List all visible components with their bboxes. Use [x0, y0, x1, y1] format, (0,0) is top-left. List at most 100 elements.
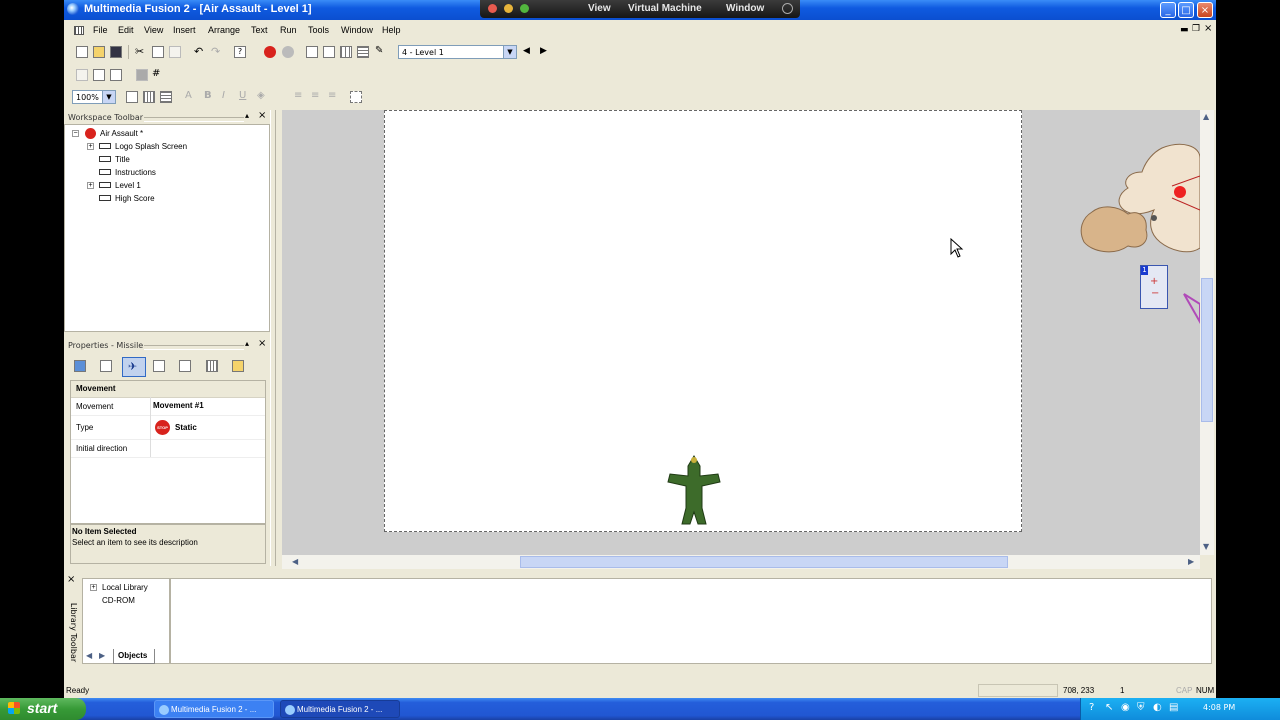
text-color-icon[interactable]: ◈ — [257, 90, 265, 101]
block-icon[interactable] — [136, 69, 148, 81]
vertical-scrollbar[interactable]: ▲ ▼ — [1200, 110, 1214, 555]
expand-icon[interactable]: + — [87, 182, 94, 189]
movement-tab[interactable]: ✈ — [122, 357, 146, 377]
vm-options-icon[interactable] — [782, 3, 793, 14]
collapse-icon[interactable]: − — [72, 130, 79, 137]
mdi-close-icon[interactable]: × — [1204, 23, 1212, 34]
pin-icon[interactable]: ▴ — [245, 339, 249, 348]
scroll-down-icon[interactable]: ▼ — [1203, 542, 1209, 551]
close-button[interactable]: × — [1197, 2, 1213, 18]
close-icon[interactable]: × — [258, 338, 266, 349]
display-tab-icon[interactable] — [100, 360, 112, 372]
run-application-icon[interactable] — [264, 46, 276, 58]
values-tab-icon[interactable] — [179, 360, 191, 372]
frame-editor[interactable]: 1 + − ▲ ▼ ◀ ▶ — [282, 110, 1214, 569]
property-row[interactable]: Movement Movement #1 — [71, 397, 265, 416]
undo-icon[interactable]: ↶ — [194, 45, 203, 58]
list-icon[interactable] — [93, 69, 105, 81]
grid-setup-icon[interactable] — [160, 91, 172, 103]
expand-icon[interactable]: + — [87, 143, 94, 150]
missile-sprite[interactable] — [1182, 290, 1200, 324]
gripper[interactable] — [144, 345, 244, 350]
open-icon[interactable] — [93, 46, 105, 58]
taskbar-item-active[interactable]: Multimedia Fusion 2 - ... — [280, 700, 400, 718]
objects-tab[interactable]: Objects — [113, 649, 155, 664]
vm-menu-view[interactable]: View — [588, 3, 611, 14]
keyboard-tray-icon[interactable]: ▤ — [1169, 702, 1178, 713]
library-contents[interactable] — [170, 578, 1212, 664]
tab-scroll-right-icon[interactable]: ▶ — [99, 651, 105, 660]
next-frame-icon[interactable]: ▶ — [540, 46, 547, 56]
menu-arrange[interactable]: Arrange — [208, 25, 240, 35]
panel-splitter[interactable] — [270, 110, 276, 566]
security-tray-icon[interactable]: ⛨ — [1137, 702, 1145, 713]
counter-object[interactable]: 1 + − — [1140, 265, 1168, 309]
tree-item-frame[interactable]: High Score — [115, 194, 155, 203]
frame-editor-icon[interactable] — [323, 46, 335, 58]
event-list-editor-icon[interactable] — [357, 46, 369, 58]
storyboard-editor-icon[interactable] — [306, 46, 318, 58]
menu-window[interactable]: Window — [341, 25, 373, 35]
property-row[interactable]: Initial direction — [71, 439, 265, 458]
maximize-button[interactable]: □ — [1178, 2, 1194, 18]
vertical-scroll-thumb[interactable] — [1201, 278, 1213, 422]
expand-icon[interactable]: + — [90, 584, 97, 591]
property-value[interactable]: Static — [175, 423, 197, 432]
scroll-right-icon[interactable]: ▶ — [1188, 557, 1194, 566]
runtime-options-tab-icon[interactable] — [153, 360, 165, 372]
volume-tray-icon[interactable]: ◐ — [1153, 702, 1162, 713]
menu-file[interactable]: File — [93, 25, 108, 35]
italic-icon[interactable]: I — [222, 90, 225, 101]
first-icon[interactable] — [76, 69, 88, 81]
tree-item-frame[interactable]: Instructions — [115, 168, 156, 177]
frame-select[interactable]: 4 - Level 1 ▼ — [398, 45, 517, 59]
tab-scroll-left-icon[interactable]: ◀ — [86, 651, 92, 660]
new-icon[interactable] — [76, 46, 88, 58]
scroll-left-icon[interactable]: ◀ — [292, 557, 298, 566]
stop-icon[interactable] — [282, 46, 294, 58]
horizontal-scrollbar[interactable]: ◀ ▶ — [282, 555, 1200, 569]
menu-insert[interactable]: Insert — [173, 25, 196, 35]
cut-icon[interactable]: ✂ — [135, 45, 144, 58]
mdi-minimize-icon[interactable]: ▬ — [1180, 25, 1189, 35]
property-row[interactable]: Type STOP Static — [71, 415, 265, 440]
mdi-restore-icon[interactable]: ❐ — [1192, 24, 1200, 34]
library-item[interactable]: Local Library — [102, 583, 148, 592]
vm-menu-virtual-machine[interactable]: Virtual Machine — [628, 3, 702, 14]
chevron-down-icon[interactable]: ▼ — [503, 46, 516, 58]
grid-hash-icon[interactable]: # — [152, 68, 160, 79]
vm-menu-window[interactable]: Window — [726, 3, 764, 14]
play-area[interactable] — [384, 110, 1022, 532]
close-icon[interactable]: × — [258, 110, 266, 121]
enemy-boss-sprite[interactable] — [1062, 138, 1200, 280]
font-icon[interactable]: A — [185, 90, 192, 101]
save-icon[interactable] — [110, 46, 122, 58]
copy-icon[interactable] — [152, 46, 164, 58]
help-icon[interactable]: ? — [234, 46, 246, 58]
chevron-down-icon[interactable]: ▼ — [102, 91, 115, 103]
tree-item-frame[interactable]: Title — [115, 155, 130, 164]
show-grid-icon[interactable] — [126, 91, 138, 103]
about-tab-icon[interactable] — [232, 360, 244, 372]
scroll-up-icon[interactable]: ▲ — [1203, 112, 1209, 121]
menu-help[interactable]: Help — [382, 25, 401, 35]
menu-run[interactable]: Run — [280, 25, 297, 35]
previous-frame-icon[interactable]: ◀ — [523, 46, 530, 56]
align-center-icon[interactable]: ≡ — [311, 90, 319, 101]
tree-item-frame[interactable]: Level 1 — [115, 181, 141, 190]
pin-icon[interactable]: ▴ — [245, 111, 249, 120]
horizontal-scroll-thumb[interactable] — [520, 556, 1008, 568]
menu-text[interactable]: Text — [251, 25, 268, 35]
tree-item-frame[interactable]: Logo Splash Screen — [115, 142, 187, 151]
player-ship-sprite[interactable] — [666, 454, 722, 526]
paste-icon[interactable] — [169, 46, 181, 58]
menu-view[interactable]: View — [144, 25, 163, 35]
close-dot-icon[interactable] — [488, 4, 497, 13]
pointer-tray-icon[interactable]: ↖ — [1105, 702, 1113, 713]
minimize-button[interactable]: _ — [1160, 2, 1176, 18]
document-menu-icon[interactable] — [74, 26, 84, 35]
gripper[interactable] — [144, 117, 244, 122]
tree-item-application[interactable]: Air Assault * — [100, 129, 143, 138]
menu-edit[interactable]: Edit — [118, 25, 134, 35]
menu-tools[interactable]: Tools — [308, 25, 329, 35]
